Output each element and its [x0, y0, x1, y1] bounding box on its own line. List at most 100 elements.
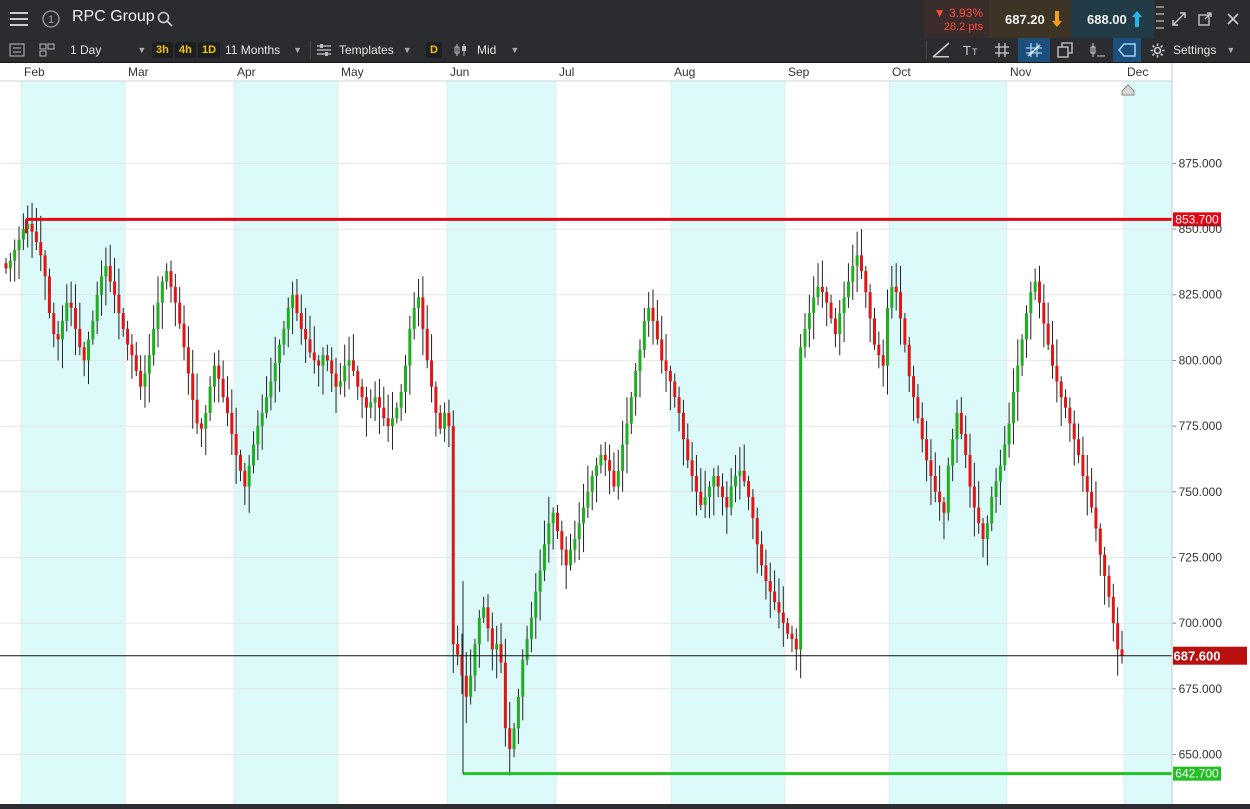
candle-body	[994, 481, 998, 498]
candle-body	[647, 307, 651, 322]
expand-icon[interactable]	[1168, 0, 1190, 38]
menu-icon[interactable]	[0, 0, 38, 38]
candle-body	[912, 376, 916, 398]
candle-body	[56, 334, 60, 340]
candle-body	[951, 439, 955, 466]
candle-body	[1007, 423, 1011, 445]
candle-body	[734, 476, 738, 487]
candle-body	[890, 286, 894, 308]
info-badge-icon[interactable]: 1	[38, 0, 64, 38]
candle-body	[369, 402, 373, 408]
text-size-icon[interactable]: TT	[962, 38, 982, 62]
settings-label: Settings	[1173, 43, 1217, 57]
list-icon[interactable]	[9, 38, 25, 62]
candle-body	[920, 418, 924, 440]
timeframe-3h-button[interactable]: 3h	[152, 38, 173, 62]
candle-body	[599, 454, 603, 466]
candle-body	[838, 313, 842, 335]
x-tick-label: Feb	[24, 65, 45, 79]
candle-body	[968, 454, 972, 487]
candle-body	[582, 507, 586, 524]
candle-body	[616, 470, 620, 487]
indicator-icon[interactable]	[1088, 38, 1106, 62]
timeframe-4h-label: 4h	[175, 42, 196, 58]
d-button[interactable]: D	[426, 38, 442, 62]
chevron-down-icon: ▼	[402, 45, 412, 55]
candle-body	[364, 397, 368, 408]
candle-body	[199, 423, 203, 429]
candle-body	[330, 360, 334, 374]
candle-body	[660, 339, 664, 361]
candle-body	[113, 281, 117, 295]
candle-body	[165, 271, 169, 282]
candle-body	[768, 581, 772, 592]
change-percent: ▼ 3.93%	[933, 6, 983, 20]
candle-body	[208, 386, 212, 413]
candle-body	[712, 476, 716, 487]
candle-body	[152, 328, 156, 356]
svg-text:T: T	[963, 43, 971, 57]
candle-body	[91, 321, 95, 340]
timeframe-4h-button[interactable]: 4h	[175, 38, 196, 62]
candle-body	[751, 497, 755, 519]
candle-body	[425, 328, 429, 361]
candle-body	[707, 486, 711, 498]
templates-dropdown[interactable]: Templates ▼	[317, 38, 417, 62]
x-tick-label: Mar	[128, 65, 149, 79]
candle-body	[360, 386, 364, 398]
candle-body	[720, 486, 724, 498]
interval-dropdown[interactable]: 1 Day ▼	[70, 38, 150, 62]
candle-icon	[454, 44, 466, 56]
candle-body	[78, 328, 82, 348]
y-tick-label: 650.000	[1179, 747, 1223, 761]
x-tick-label: Nov	[1010, 65, 1031, 79]
range-dropdown[interactable]: 11 Months ▼	[225, 38, 307, 62]
buy-button[interactable]: 688.00	[1071, 0, 1154, 38]
y-tick-label: 750.000	[1179, 485, 1223, 499]
candle-body	[703, 497, 707, 505]
candle-body	[625, 423, 629, 445]
price-chart[interactable]: 853.700 642.700 687.600 Feb Mar Apr May Jun Jul…	[0, 63, 1250, 804]
instrument-title[interactable]: RPC Group	[72, 8, 155, 26]
candle-body	[117, 294, 121, 314]
candle-body	[338, 381, 342, 387]
draw-line-icon[interactable]	[932, 38, 950, 62]
candle-body	[343, 365, 347, 382]
search-icon[interactable]	[157, 11, 173, 32]
candle-body	[147, 355, 151, 374]
candle-body	[985, 523, 989, 540]
price-tag-toggle[interactable]	[1113, 38, 1141, 62]
settings-dropdown[interactable]: Settings ▼	[1150, 38, 1248, 62]
month-bands	[21, 81, 1172, 804]
price-chart-svg[interactable]: 853.700642.700687.600 Feb Mar Apr May Jun Jul…	[0, 63, 1250, 804]
sell-button[interactable]: 687.20	[989, 0, 1071, 38]
candle-body	[933, 476, 937, 492]
candle-body	[855, 255, 859, 266]
candle-body	[247, 465, 251, 487]
crosshair-grid-toggle[interactable]	[1018, 38, 1050, 62]
layout-icon[interactable]	[39, 38, 55, 62]
candle-body	[408, 328, 412, 366]
timeframe-1d-button[interactable]: 1D	[198, 38, 221, 62]
candle-body	[169, 271, 173, 287]
candle-body	[864, 271, 868, 293]
price-mode-dropdown[interactable]: Mid ▼	[453, 38, 523, 62]
candle-body	[386, 418, 390, 427]
grip-icon[interactable]	[1154, 0, 1166, 38]
candle-body	[946, 465, 950, 513]
candle-body	[964, 433, 968, 455]
candle-body	[1020, 339, 1024, 366]
candle-body	[21, 229, 25, 240]
candle-body	[925, 439, 929, 461]
candle-body	[430, 360, 434, 387]
candle-body	[486, 607, 490, 629]
candle-body	[877, 344, 881, 356]
grid-icon[interactable]	[994, 38, 1010, 62]
y-axis: 875.000 850.000 825.000 800.000 775.000 750.0…	[1171, 63, 1223, 804]
copy-icon[interactable]	[1057, 38, 1073, 62]
candle-body	[998, 465, 1002, 482]
candle-body	[499, 644, 503, 663]
close-icon[interactable]	[1222, 0, 1244, 38]
popout-icon[interactable]	[1194, 0, 1216, 38]
candle-body	[664, 360, 668, 371]
